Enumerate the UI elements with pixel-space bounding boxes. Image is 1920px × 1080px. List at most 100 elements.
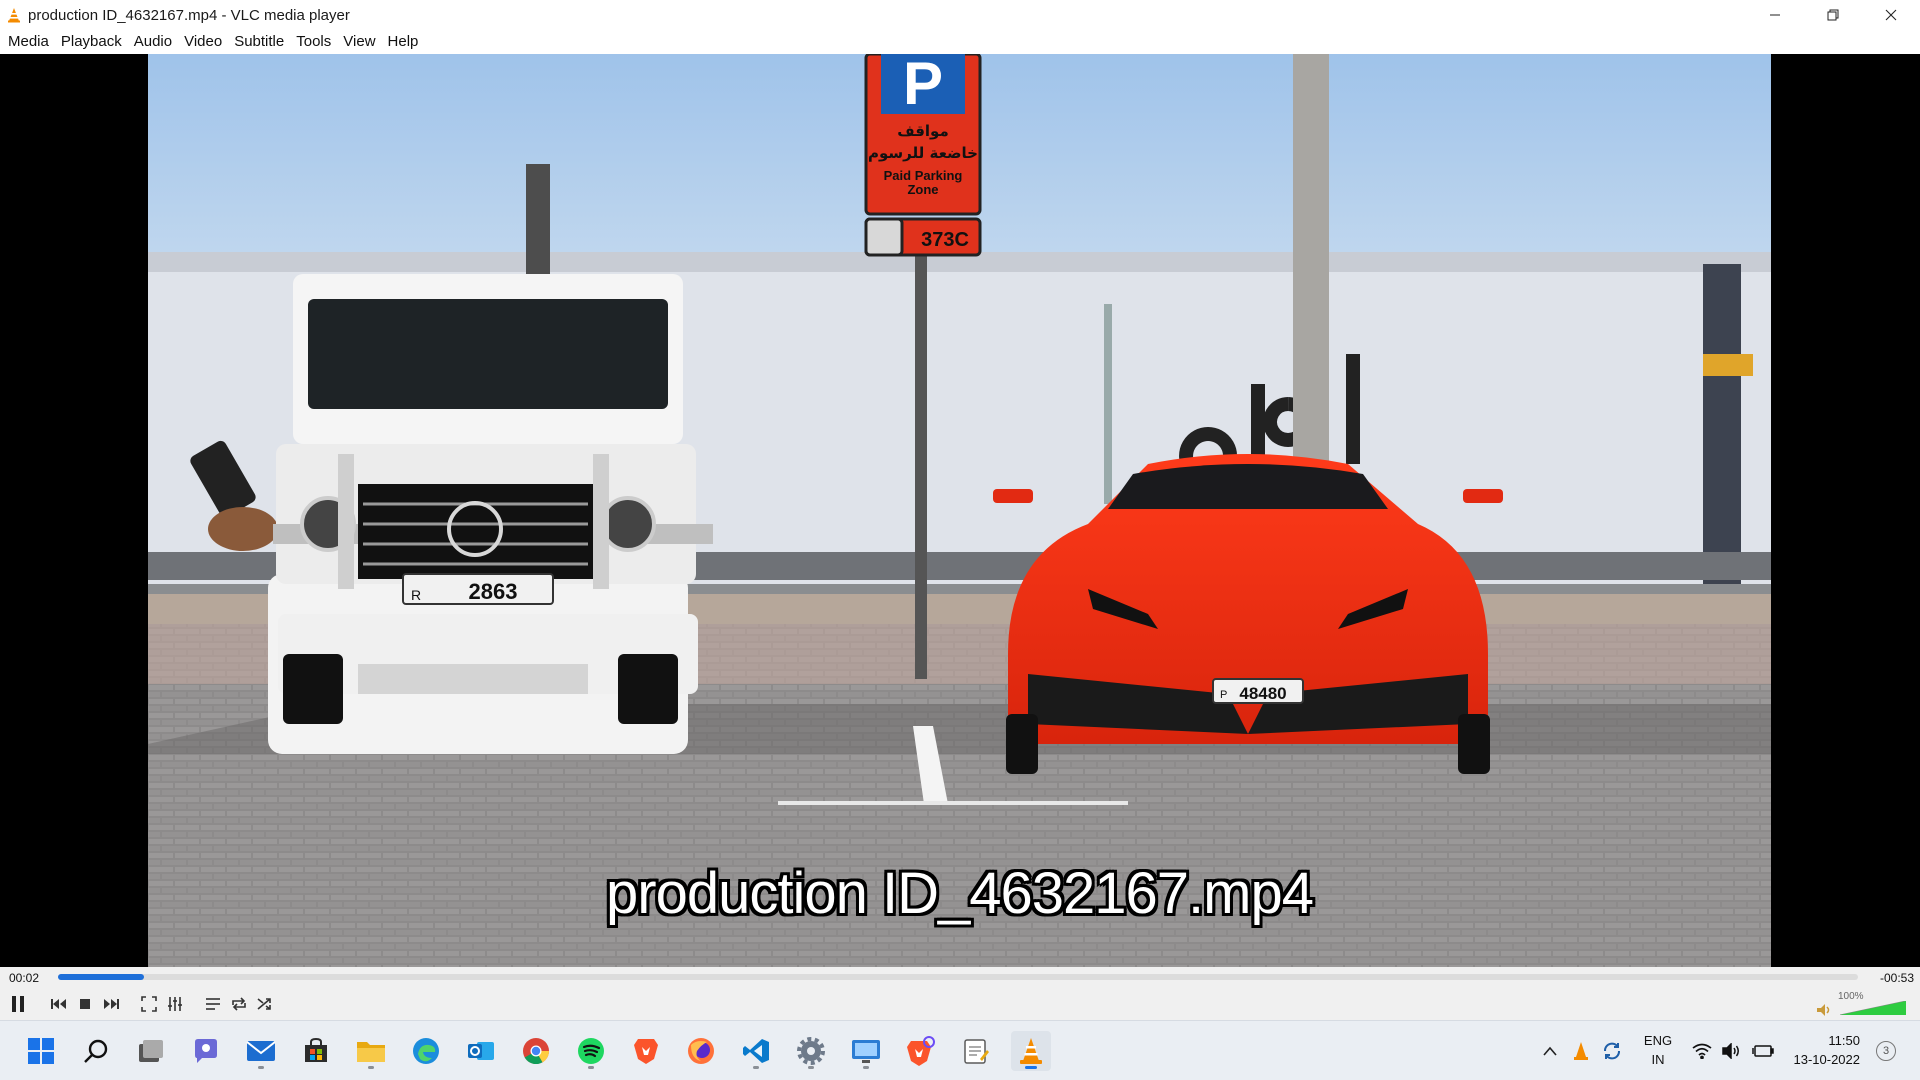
- previous-button[interactable]: [47, 992, 71, 1016]
- loop-button[interactable]: [227, 992, 251, 1016]
- start-button[interactable]: [21, 1031, 61, 1071]
- minimize-icon: [1770, 14, 1780, 16]
- video-frame[interactable]: P مواقف خاضعة للرسوم Paid Parking Zone 3…: [148, 54, 1771, 967]
- remote-desktop-button[interactable]: [846, 1031, 886, 1071]
- chrome-icon: [523, 1038, 550, 1065]
- file-explorer-button[interactable]: [351, 1031, 391, 1071]
- clock[interactable]: 11:50 13-10-2022: [1790, 1031, 1861, 1069]
- menu-video[interactable]: Video: [178, 30, 228, 54]
- volume-level: [1840, 1001, 1906, 1015]
- notepad-icon: [964, 1039, 989, 1064]
- speaker-icon: [1817, 1004, 1830, 1016]
- vlc-taskbar-button[interactable]: [1011, 1031, 1051, 1071]
- remaining-time[interactable]: -00:53: [1880, 971, 1914, 985]
- subtitle-text: production ID_4632167.mp4: [606, 861, 1314, 926]
- chrome-button[interactable]: [516, 1031, 556, 1071]
- store-button[interactable]: [296, 1031, 336, 1071]
- sync-icon: [1604, 1042, 1620, 1060]
- show-hidden-icons-button[interactable]: [1542, 1031, 1558, 1071]
- menu-audio[interactable]: Audio: [128, 30, 178, 54]
- shuffle-button[interactable]: [253, 992, 277, 1016]
- menu-subtitle[interactable]: Subtitle: [228, 30, 290, 54]
- white-suv: R 2863: [268, 274, 713, 754]
- minimize-button[interactable]: [1746, 0, 1804, 30]
- vlc-cone-icon: [8, 8, 20, 23]
- playlist-icon: [206, 998, 220, 1010]
- seek-progress: [58, 974, 145, 980]
- settings-button[interactable]: [791, 1031, 831, 1071]
- menu-tools[interactable]: Tools: [290, 30, 337, 54]
- language-indicator[interactable]: ENG IN: [1640, 1031, 1676, 1069]
- pause-button[interactable]: [6, 992, 30, 1016]
- extended-settings-button[interactable]: [163, 992, 187, 1016]
- vscode-button[interactable]: [736, 1031, 776, 1071]
- window-controls: [1746, 0, 1920, 30]
- notification-badge[interactable]: 3: [1876, 1041, 1896, 1061]
- mail-icon: [246, 1041, 276, 1061]
- fullscreen-button[interactable]: [137, 992, 161, 1016]
- search-icon: [84, 1039, 108, 1063]
- vscode-icon: [743, 1039, 769, 1063]
- edge-icon: [413, 1038, 439, 1064]
- window-title: production ID_4632167.mp4 - VLC media pl…: [28, 6, 350, 24]
- teams-chat-button[interactable]: [186, 1031, 226, 1071]
- title-bar: production ID_4632167.mp4 - VLC media pl…: [0, 0, 1920, 30]
- stop-button[interactable]: [73, 992, 97, 1016]
- elapsed-time[interactable]: 00:02: [9, 971, 39, 985]
- mail-button[interactable]: [241, 1031, 281, 1071]
- suv-plate-letter: R: [411, 587, 421, 603]
- edge-button[interactable]: [406, 1031, 446, 1071]
- sign-letter: P: [903, 54, 943, 117]
- suv-plate-number: 2863: [469, 579, 518, 604]
- microsoft-store-icon: [305, 1037, 327, 1062]
- firefox-button[interactable]: [681, 1031, 721, 1071]
- menu-playback[interactable]: Playback: [55, 30, 128, 54]
- sign-arabic-2: خاضعة للرسوم: [868, 144, 978, 162]
- vlc-tray-button[interactable]: [1572, 1031, 1590, 1071]
- sync-tray-button[interactable]: [1602, 1031, 1622, 1071]
- network-button[interactable]: [1692, 1031, 1712, 1071]
- outlook-button[interactable]: [461, 1031, 501, 1071]
- seek-slider[interactable]: [58, 974, 1858, 980]
- next-button[interactable]: [99, 992, 123, 1016]
- extended-settings-icon: [168, 997, 182, 1011]
- notepad-button[interactable]: [956, 1031, 996, 1071]
- language-code: ENG: [1643, 1033, 1673, 1048]
- volume-tray-button[interactable]: [1722, 1031, 1742, 1071]
- menu-view[interactable]: View: [337, 30, 381, 54]
- vlc-icon: [1020, 1038, 1042, 1064]
- windows-start-icon: [28, 1038, 54, 1064]
- battery-button[interactable]: [1752, 1031, 1774, 1071]
- loop-icon: [232, 997, 246, 1011]
- previous-icon: [51, 999, 66, 1009]
- close-icon: [1885, 9, 1897, 21]
- volume-slider[interactable]: 100%: [1814, 991, 1914, 1017]
- task-view-button[interactable]: [131, 1031, 171, 1071]
- video-area[interactable]: P مواقف خاضعة للرسوم Paid Parking Zone 3…: [0, 54, 1920, 967]
- menu-help[interactable]: Help: [382, 30, 425, 54]
- restore-button[interactable]: [1804, 0, 1862, 30]
- sign-english-2: Zone: [907, 182, 938, 197]
- shuffle-icon: [257, 998, 271, 1010]
- close-button[interactable]: [1862, 0, 1920, 30]
- menu-media[interactable]: Media: [2, 30, 55, 54]
- wifi-icon: [1692, 1043, 1712, 1059]
- spotify-icon: [578, 1038, 604, 1064]
- next-icon: [104, 999, 119, 1009]
- brave-icon: [634, 1039, 658, 1064]
- sign-zone-code: 373C: [921, 229, 969, 251]
- brave-nightly-button[interactable]: [901, 1031, 941, 1071]
- playlist-button[interactable]: [201, 992, 225, 1016]
- search-button[interactable]: [76, 1031, 116, 1071]
- teams-chat-icon: [195, 1039, 217, 1063]
- brave-nightly-icon: [907, 1036, 935, 1066]
- sports-plate-number: 48480: [1239, 684, 1286, 703]
- seek-row: 00:02 -00:53: [0, 967, 1920, 987]
- brave-button[interactable]: [626, 1031, 666, 1071]
- spotify-button[interactable]: [571, 1031, 611, 1071]
- vlc-tray-icon: [1574, 1042, 1588, 1060]
- clock-date: 13-10-2022: [1793, 1052, 1861, 1067]
- sign-english-1: Paid Parking: [884, 168, 963, 183]
- file-explorer-icon: [357, 1042, 385, 1062]
- sports-plate-letter: P: [1220, 689, 1227, 701]
